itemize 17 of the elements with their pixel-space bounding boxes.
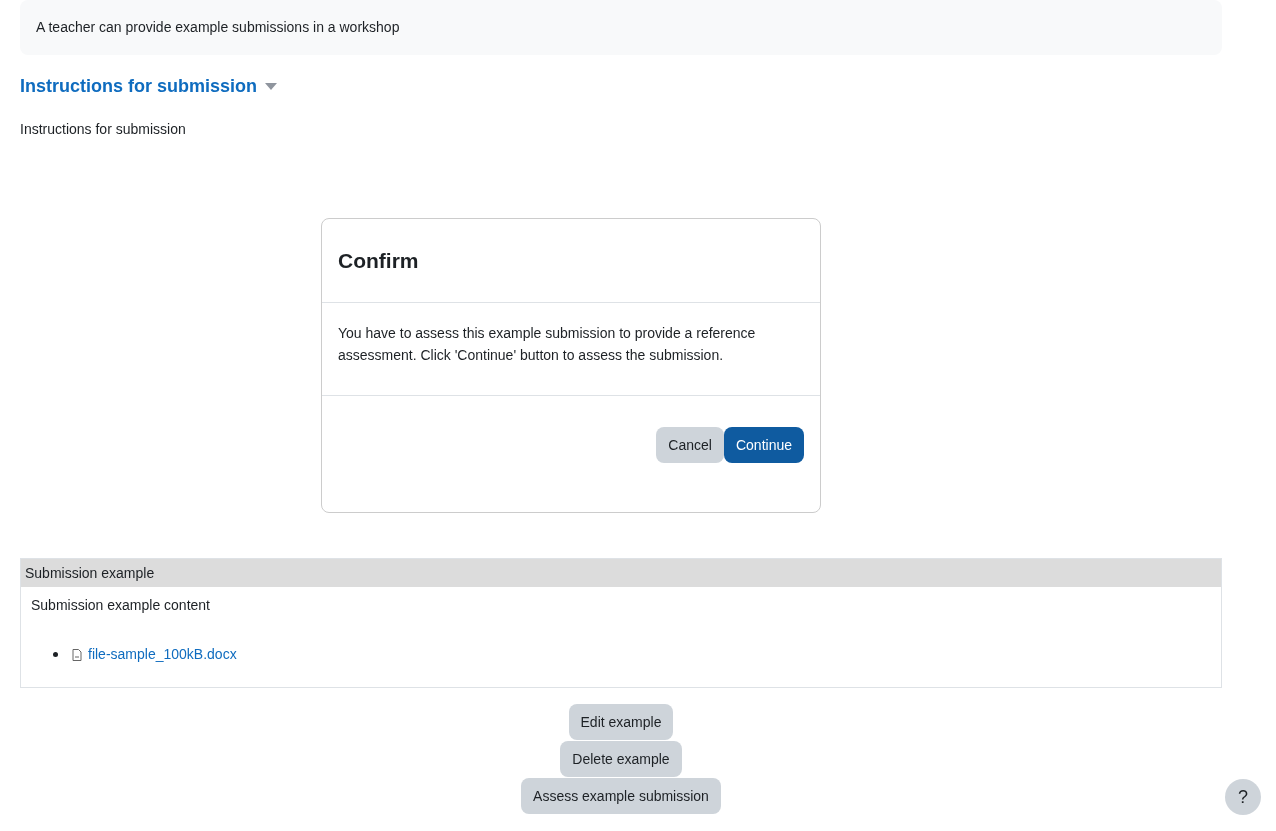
bullet-icon	[53, 652, 58, 657]
action-button[interactable]: Assess example submission	[521, 778, 721, 814]
dialog-title: Confirm	[338, 247, 419, 274]
action-button[interactable]: Edit example	[568, 704, 674, 740]
cancel-button[interactable]: Cancel	[656, 427, 724, 463]
help-button[interactable]: ?	[1225, 779, 1261, 815]
caret-icon[interactable]	[265, 83, 278, 90]
document-icon	[72, 648, 82, 661]
panel-header: Submission example	[21, 559, 1221, 587]
continue-button[interactable]: Continue	[723, 427, 804, 463]
submission-content: Submission example content	[31, 596, 211, 615]
intro-text: A teacher can provide example submissions in a workshop	[36, 18, 400, 37]
instructions-text: Instructions for submission	[20, 120, 187, 139]
section-heading[interactable]: Instructions for submission	[20, 73, 258, 100]
dialog-message: You have to assess this example submission to provide a reference assessment. Click 'Continue' button to assess the submission.	[338, 325, 756, 363]
action-button[interactable]: Delete example	[560, 741, 682, 777]
file-link[interactable]: file-sample_100kB.docx	[88, 644, 237, 665]
